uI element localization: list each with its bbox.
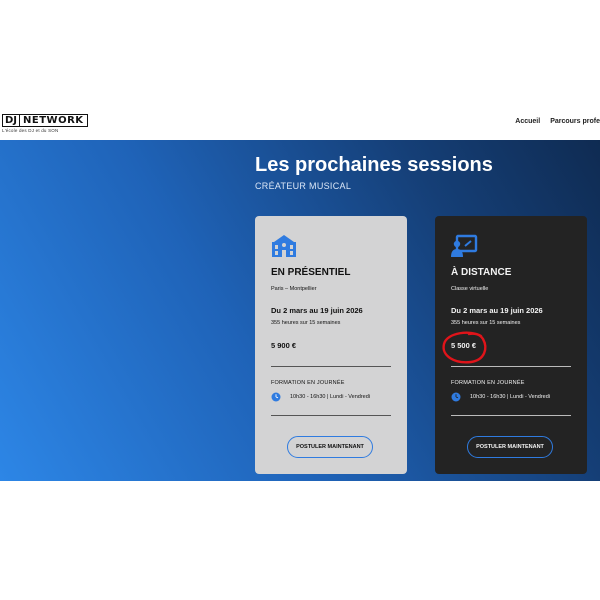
sessions-hero: Les prochaines sessions CRÉATEUR MUSICAL… [0,140,600,481]
logo-dj: DJ [2,114,21,127]
card-format: FORMATION EN JOURNÉE [271,380,345,386]
building-icon [272,235,296,257]
logo-network: NETWORK [20,114,88,127]
apply-button[interactable]: POSTULER MAINTENANT [467,436,553,458]
card-hours: 355 heures sur 15 semaines [451,320,521,326]
card-location: Classe virtuelle [451,286,489,292]
card-title: À DISTANCE [451,267,512,278]
card-schedule: 10h30 - 16h30 | Lundi - Vendredi [451,392,550,402]
card-location: Paris – Montpellier [271,286,317,292]
card-price: 5 900 € [271,341,297,350]
nav-item-accueil[interactable]: Accueil [515,118,540,125]
schedule-text: 10h30 - 16h30 | Lundi - Vendredi [470,394,551,400]
site-header: DJ NETWORK L'école des DJ et du SON Accu… [0,108,600,140]
card-format: FORMATION EN JOURNÉE [451,380,525,386]
card-divider [271,415,391,416]
card-divider [451,415,571,416]
card-price: 5 500 € [451,341,477,350]
session-card-distance: À DISTANCE Classe virtuelle Du 2 mars au… [435,216,587,474]
nav-item-parcours[interactable]: Parcours profe [550,118,600,125]
virtual-classroom-icon [451,234,478,257]
session-card-presentiel: EN PRÉSENTIEL Paris – Montpellier Du 2 m… [255,216,407,474]
schedule-text: 10h30 - 16h30 | Lundi - Vendredi [290,394,371,400]
card-dates: Du 2 mars au 19 juin 2026 [271,306,363,315]
card-dates: Du 2 mars au 19 juin 2026 [451,306,543,315]
card-divider [451,366,571,367]
clock-icon [271,392,281,402]
card-schedule: 10h30 - 16h30 | Lundi - Vendredi [271,392,370,402]
clock-icon [451,392,461,402]
main-nav: Accueil Parcours profe [515,118,600,125]
card-divider [271,366,391,367]
card-hours: 355 heures sur 15 semaines [271,320,341,326]
apply-button[interactable]: POSTULER MAINTENANT [287,436,373,458]
page-subtitle: CRÉATEUR MUSICAL [255,181,352,191]
card-title: EN PRÉSENTIEL [271,267,351,278]
logo-tagline: L'école des DJ et du SON [2,128,59,133]
page-title: Les prochaines sessions [255,154,493,176]
dj-network-logo[interactable]: DJ NETWORK L'école des DJ et du SON [2,114,88,133]
